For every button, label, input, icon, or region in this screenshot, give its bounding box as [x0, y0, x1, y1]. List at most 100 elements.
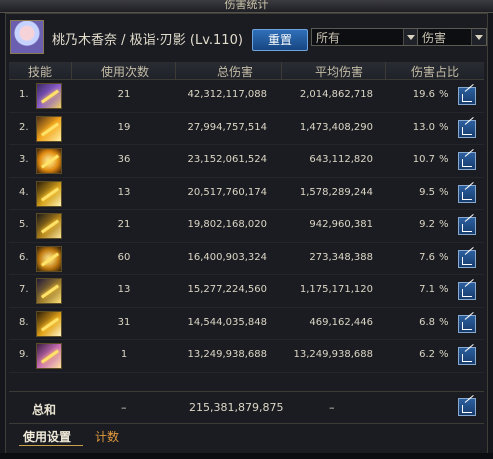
metric-filter-dropdown[interactable]: 伤害 — [417, 28, 487, 46]
metric-filter-value: 伤害 — [422, 31, 447, 45]
row-total-damage: 27,994,757,514 — [187, 121, 267, 133]
skill-icon — [36, 115, 62, 142]
row-uses: 13 — [117, 186, 131, 198]
tab-usage-settings[interactable]: 使用设置 — [23, 428, 71, 445]
summary-total-damage: 215,381,879,875 — [189, 401, 284, 414]
row-damage-share: 6.8 — [419, 316, 435, 328]
row-uses: 13 — [117, 284, 131, 295]
table-row: 9. 1 13,249,938,688 13,249,938,688 6.2 % — [9, 340, 484, 373]
table-row: 4. 13 20,517,760,174 1,578,289,244 9.5 % — [9, 178, 484, 210]
export-icon[interactable] — [458, 184, 476, 203]
row-damage-share: 7.1 — [419, 284, 435, 295]
reset-button[interactable]: 重置 — [252, 29, 308, 51]
export-icon[interactable] — [458, 282, 476, 300]
row-percent-sign: % — [439, 284, 449, 295]
row-percent-sign: % — [439, 186, 449, 198]
bottom-status-strip — [0, 453, 493, 459]
chevron-down-icon — [471, 29, 486, 45]
row-uses: 31 — [117, 316, 131, 328]
column-divider — [385, 62, 386, 79]
table-row: 8. 31 14,544,035,848 469,162,446 6.8 % — [9, 308, 484, 340]
row-avg-damage: 13,249,938,688 — [293, 349, 373, 360]
row-avg-damage: 942,960,381 — [309, 219, 373, 230]
row-avg-damage: 643,112,820 — [309, 154, 373, 165]
row-uses: 60 — [117, 251, 131, 263]
export-icon[interactable] — [458, 398, 476, 416]
skill-table: 1. 21 42,312,117,088 2,014,862,718 19.6 … — [9, 80, 484, 373]
column-divider — [175, 62, 176, 79]
row-uses: 36 — [117, 154, 131, 165]
window-title-bar: 伤害统计 — [0, 0, 493, 13]
window-title: 伤害统计 — [224, 0, 269, 11]
row-uses: 21 — [117, 219, 131, 230]
column-uses: 使用次数 — [100, 65, 149, 79]
table-row: 5. 21 19,802,168,020 942,960,381 9.2 % — [9, 210, 484, 243]
chevron-down-icon — [403, 29, 418, 45]
row-percent-sign: % — [439, 154, 449, 165]
row-rank: 5. — [19, 219, 29, 230]
target-filter-value: 所有 — [316, 31, 341, 45]
skill-icon — [36, 213, 62, 239]
active-tab-indicator — [19, 445, 83, 446]
damage-stats-panel: 桃乃木香奈 / 极诣·刃影 (Lv.110) 重置 技能 使用次数 总伤害 平均… — [5, 13, 488, 454]
skill-icon — [36, 310, 62, 337]
tab-count[interactable]: 计数 — [95, 428, 119, 445]
export-icon[interactable] — [458, 347, 476, 365]
summary-uses: – — [121, 401, 127, 414]
column-avg: 平均伤害 — [314, 65, 363, 79]
row-percent-sign: % — [439, 251, 449, 263]
row-total-damage: 16,400,903,324 — [187, 251, 267, 263]
character-avatar — [10, 20, 44, 54]
row-total-damage: 23,152,061,524 — [187, 154, 267, 165]
row-avg-damage: 1,578,289,244 — [299, 186, 373, 198]
column-divider — [281, 62, 282, 79]
row-damage-share: 6.2 — [419, 349, 435, 360]
row-rank: 2. — [19, 121, 29, 133]
summary-row: 总和 – 215,381,879,875 – — [9, 391, 484, 422]
row-percent-sign: % — [439, 89, 449, 100]
row-uses: 19 — [117, 121, 131, 133]
row-total-damage: 15,277,224,560 — [187, 284, 267, 295]
column-share: 伤害占比 — [410, 65, 459, 79]
row-rank: 6. — [19, 251, 29, 263]
export-icon[interactable] — [458, 249, 476, 268]
skill-icon — [36, 148, 62, 174]
export-icon[interactable] — [458, 314, 476, 333]
target-filter-dropdown-overlay[interactable]: 所有 — [311, 28, 419, 46]
column-divider — [71, 62, 72, 79]
summary-label: 总和 — [32, 403, 57, 417]
export-icon[interactable] — [458, 119, 476, 138]
row-rank: 1. — [19, 89, 29, 100]
row-uses: 1 — [120, 349, 128, 360]
row-rank: 4. — [19, 186, 29, 198]
row-percent-sign: % — [439, 349, 449, 360]
export-icon[interactable] — [458, 152, 476, 170]
row-total-damage: 19,802,168,020 — [187, 219, 267, 230]
skill-icon — [36, 343, 62, 369]
row-avg-damage: 273,348,388 — [309, 251, 373, 263]
character-name: 桃乃木香奈 / 极诣·刃影 (Lv.110) — [52, 33, 243, 48]
row-rank: 3. — [19, 154, 29, 165]
skill-icon — [36, 180, 62, 207]
skill-icon — [36, 83, 62, 109]
row-damage-share: 9.2 — [419, 219, 435, 230]
export-icon[interactable] — [458, 87, 476, 105]
export-icon[interactable] — [458, 217, 476, 235]
skill-icon — [36, 278, 62, 304]
row-avg-damage: 469,162,446 — [309, 316, 373, 328]
row-avg-damage: 1,473,408,290 — [299, 121, 373, 133]
summary-avg-damage: – — [329, 401, 335, 414]
table-row: 7. 13 15,277,224,560 1,175,171,120 7.1 % — [9, 275, 484, 308]
column-total: 总伤害 — [216, 65, 253, 79]
row-percent-sign: % — [439, 219, 449, 230]
row-damage-share: 19.6 — [412, 89, 435, 100]
table-row: 1. 21 42,312,117,088 2,014,862,718 19.6 … — [9, 80, 484, 113]
row-damage-share: 13.0 — [412, 121, 435, 133]
table-row: 6. 60 16,400,903,324 273,348,388 7.6 % — [9, 243, 484, 275]
row-total-damage: 20,517,760,174 — [187, 186, 267, 198]
row-percent-sign: % — [439, 316, 449, 328]
row-damage-share: 9.5 — [419, 186, 435, 198]
row-uses: 21 — [117, 89, 131, 100]
row-damage-share: 10.7 — [412, 154, 435, 165]
row-rank: 7. — [19, 284, 29, 295]
